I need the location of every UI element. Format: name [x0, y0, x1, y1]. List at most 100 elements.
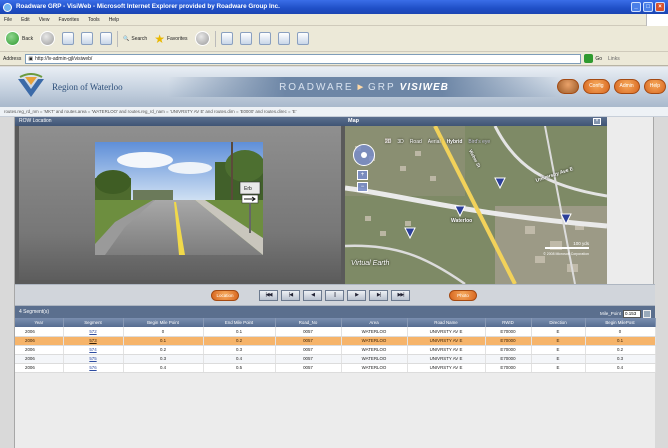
home-button[interactable] — [98, 30, 114, 48]
mile-point-input[interactable]: 0.153 — [623, 310, 641, 318]
print-icon — [239, 32, 252, 45]
map-tab-birds-eye[interactable]: Bird's eye — [468, 139, 490, 145]
col-direction[interactable]: Direction — [531, 318, 586, 327]
back-button[interactable]: Back — [3, 30, 35, 48]
map-view[interactable]: 2D 3D Road Aerial Hybrid Bird's eye + − … — [345, 126, 607, 284]
favorites-button[interactable]: ★ Favorites — [152, 30, 189, 48]
col-end-mile-point[interactable]: End Mile Point — [203, 318, 276, 327]
config-button[interactable]: Config — [583, 79, 610, 94]
map-tab-3d[interactable]: 3D — [397, 139, 403, 145]
search-label: Search — [131, 35, 148, 42]
menu-edit[interactable]: Edit — [21, 14, 30, 25]
menu-favorites[interactable]: Favorites — [58, 14, 79, 25]
table-cell: UNIVRSTY AV E — [407, 363, 486, 373]
links-label[interactable]: Links — [608, 56, 620, 62]
step-forward-button[interactable]: ▶| — [369, 290, 388, 301]
col-road-name[interactable]: Road Name — [407, 318, 486, 327]
table-cell: 2006 — [15, 345, 64, 355]
location-button[interactable]: Location — [211, 290, 239, 301]
map-close-button[interactable]: × — [593, 118, 601, 125]
table-cell: E70000 — [485, 363, 532, 373]
map-tab-road[interactable]: Road — [410, 139, 422, 145]
map-tab-2d[interactable]: 2D — [385, 139, 391, 145]
map-pan-compass-icon[interactable] — [353, 144, 375, 166]
photo-button[interactable]: Photo — [449, 290, 477, 301]
table-cell: 0.4 — [203, 354, 276, 364]
table-cell: 0.1 — [203, 327, 276, 337]
segment-link[interactable]: 576 — [63, 363, 124, 373]
table-cell: WATERLOO — [341, 336, 408, 346]
play-reverse-button[interactable]: ◀ — [303, 290, 322, 301]
first-frame-button[interactable]: |◀◀ — [259, 290, 278, 301]
col-rwid[interactable]: RWID — [485, 318, 532, 327]
left-margin — [0, 117, 14, 448]
zoom-out-button[interactable]: − — [357, 182, 368, 192]
forward-arrow-icon — [40, 31, 56, 46]
menu-bar: File Edit View Favorites Tools Help — [0, 14, 668, 26]
segment-link[interactable]: 574 — [63, 345, 124, 355]
table-cell: 0.4 — [123, 363, 204, 373]
col-begin-mile-point[interactable]: Begin Mile Point — [123, 318, 204, 327]
zoom-in-button[interactable]: + — [357, 170, 368, 180]
browser-toolbar: Back 🔍 Search ★ Favorites — [0, 26, 668, 52]
col-year[interactable]: Year — [15, 318, 64, 327]
playback-controls: Location |◀◀ |◀ ◀ || ▶ ▶| ▶▶| Photo — [15, 284, 655, 306]
messenger-button[interactable] — [295, 30, 311, 48]
virtual-earth-logo: Virtual Earth — [351, 260, 390, 267]
region-logo-mark — [18, 73, 44, 97]
last-frame-button[interactable]: ▶▶| — [391, 290, 410, 301]
table-row[interactable]: 2006 572 0 0.1 0057 WATERLOO UNIVRSTY AV E E700… — [15, 327, 656, 337]
map-panel-title: Map — [345, 117, 607, 126]
table-cell: E70000 — [485, 345, 532, 355]
menu-help[interactable]: Help — [109, 14, 119, 25]
table-row[interactable]: 2006 573 0.1 0.2 0057 WATERLOO UNIVRSTY AV E E7… — [15, 336, 656, 346]
address-input[interactable]: ▣ http://lv-admin-gjl/visiweb/ — [25, 53, 582, 64]
maximize-button[interactable]: □ — [643, 2, 653, 12]
banner-visiweb: VISIWEB — [399, 81, 449, 93]
table-cell: 0 — [585, 327, 656, 337]
map-tab-hybrid[interactable]: Hybrid — [447, 139, 463, 145]
page: Roadware GRP - VisiWeb - Microsoft Inter… — [0, 0, 668, 448]
visiweb-banner: ROADWARE ▶ GRP VISIWEB — [168, 77, 560, 97]
step-back-button[interactable]: |◀ — [281, 290, 300, 301]
menu-view[interactable]: View — [39, 14, 50, 25]
table-row[interactable]: 2006 574 0.2 0.3 0057 WATERLOO UNIVRSTY AV E E7… — [15, 345, 656, 355]
col-segment[interactable]: Segment — [63, 318, 124, 327]
print-button[interactable] — [238, 30, 254, 48]
col-road-no[interactable]: Road_No — [275, 318, 342, 327]
col-area[interactable]: Area — [341, 318, 408, 327]
history-button[interactable] — [193, 30, 212, 48]
close-window-button[interactable]: × — [655, 2, 665, 12]
table-row[interactable]: 2006 576 0.4 0.5 0057 WATERLOO UNIVRSTY AV E E7… — [15, 363, 656, 373]
discuss-button[interactable] — [276, 30, 292, 48]
toolbar-divider — [214, 30, 216, 47]
map-panel: Map × 2D 3D Road Aerial Hybrid Bird's ey… — [345, 117, 607, 284]
home-globe-button[interactable] — [557, 79, 580, 94]
segment-link[interactable]: 572 — [63, 327, 124, 337]
windows-logo-icon — [646, 14, 668, 26]
region-logo-text: Region of Waterloo — [52, 82, 123, 92]
map-tab-aerial[interactable]: Aerial — [428, 139, 441, 145]
mile-point-go-button[interactable] — [643, 310, 651, 318]
segment-link[interactable]: 573 — [63, 336, 124, 346]
admin-button[interactable]: Admin — [613, 79, 640, 94]
forward-button[interactable] — [38, 30, 57, 48]
refresh-button[interactable] — [79, 30, 95, 48]
menu-file[interactable]: File — [4, 14, 12, 25]
table-cell: E70000 — [485, 327, 532, 337]
mail-button[interactable] — [219, 30, 235, 48]
search-button[interactable]: 🔍 Search — [121, 30, 149, 48]
col-begin-milepost[interactable]: Begin MilePost — [585, 318, 656, 327]
table-row[interactable]: 2006 575 0.3 0.4 0057 WATERLOO UNIVRSTY AV E E7… — [15, 354, 656, 364]
pause-button[interactable]: || — [325, 290, 344, 301]
play-button[interactable]: ▶ — [347, 290, 366, 301]
table-cell: WATERLOO — [341, 354, 408, 364]
minimize-button[interactable]: _ — [631, 2, 641, 12]
menu-tools[interactable]: Tools — [88, 14, 100, 25]
go-button[interactable]: Go — [584, 54, 602, 63]
edit-button[interactable] — [257, 30, 273, 48]
help-button[interactable]: Help — [643, 79, 666, 94]
table-cell: 0.2 — [585, 345, 656, 355]
segment-link[interactable]: 575 — [63, 354, 124, 364]
stop-button[interactable] — [60, 30, 76, 48]
